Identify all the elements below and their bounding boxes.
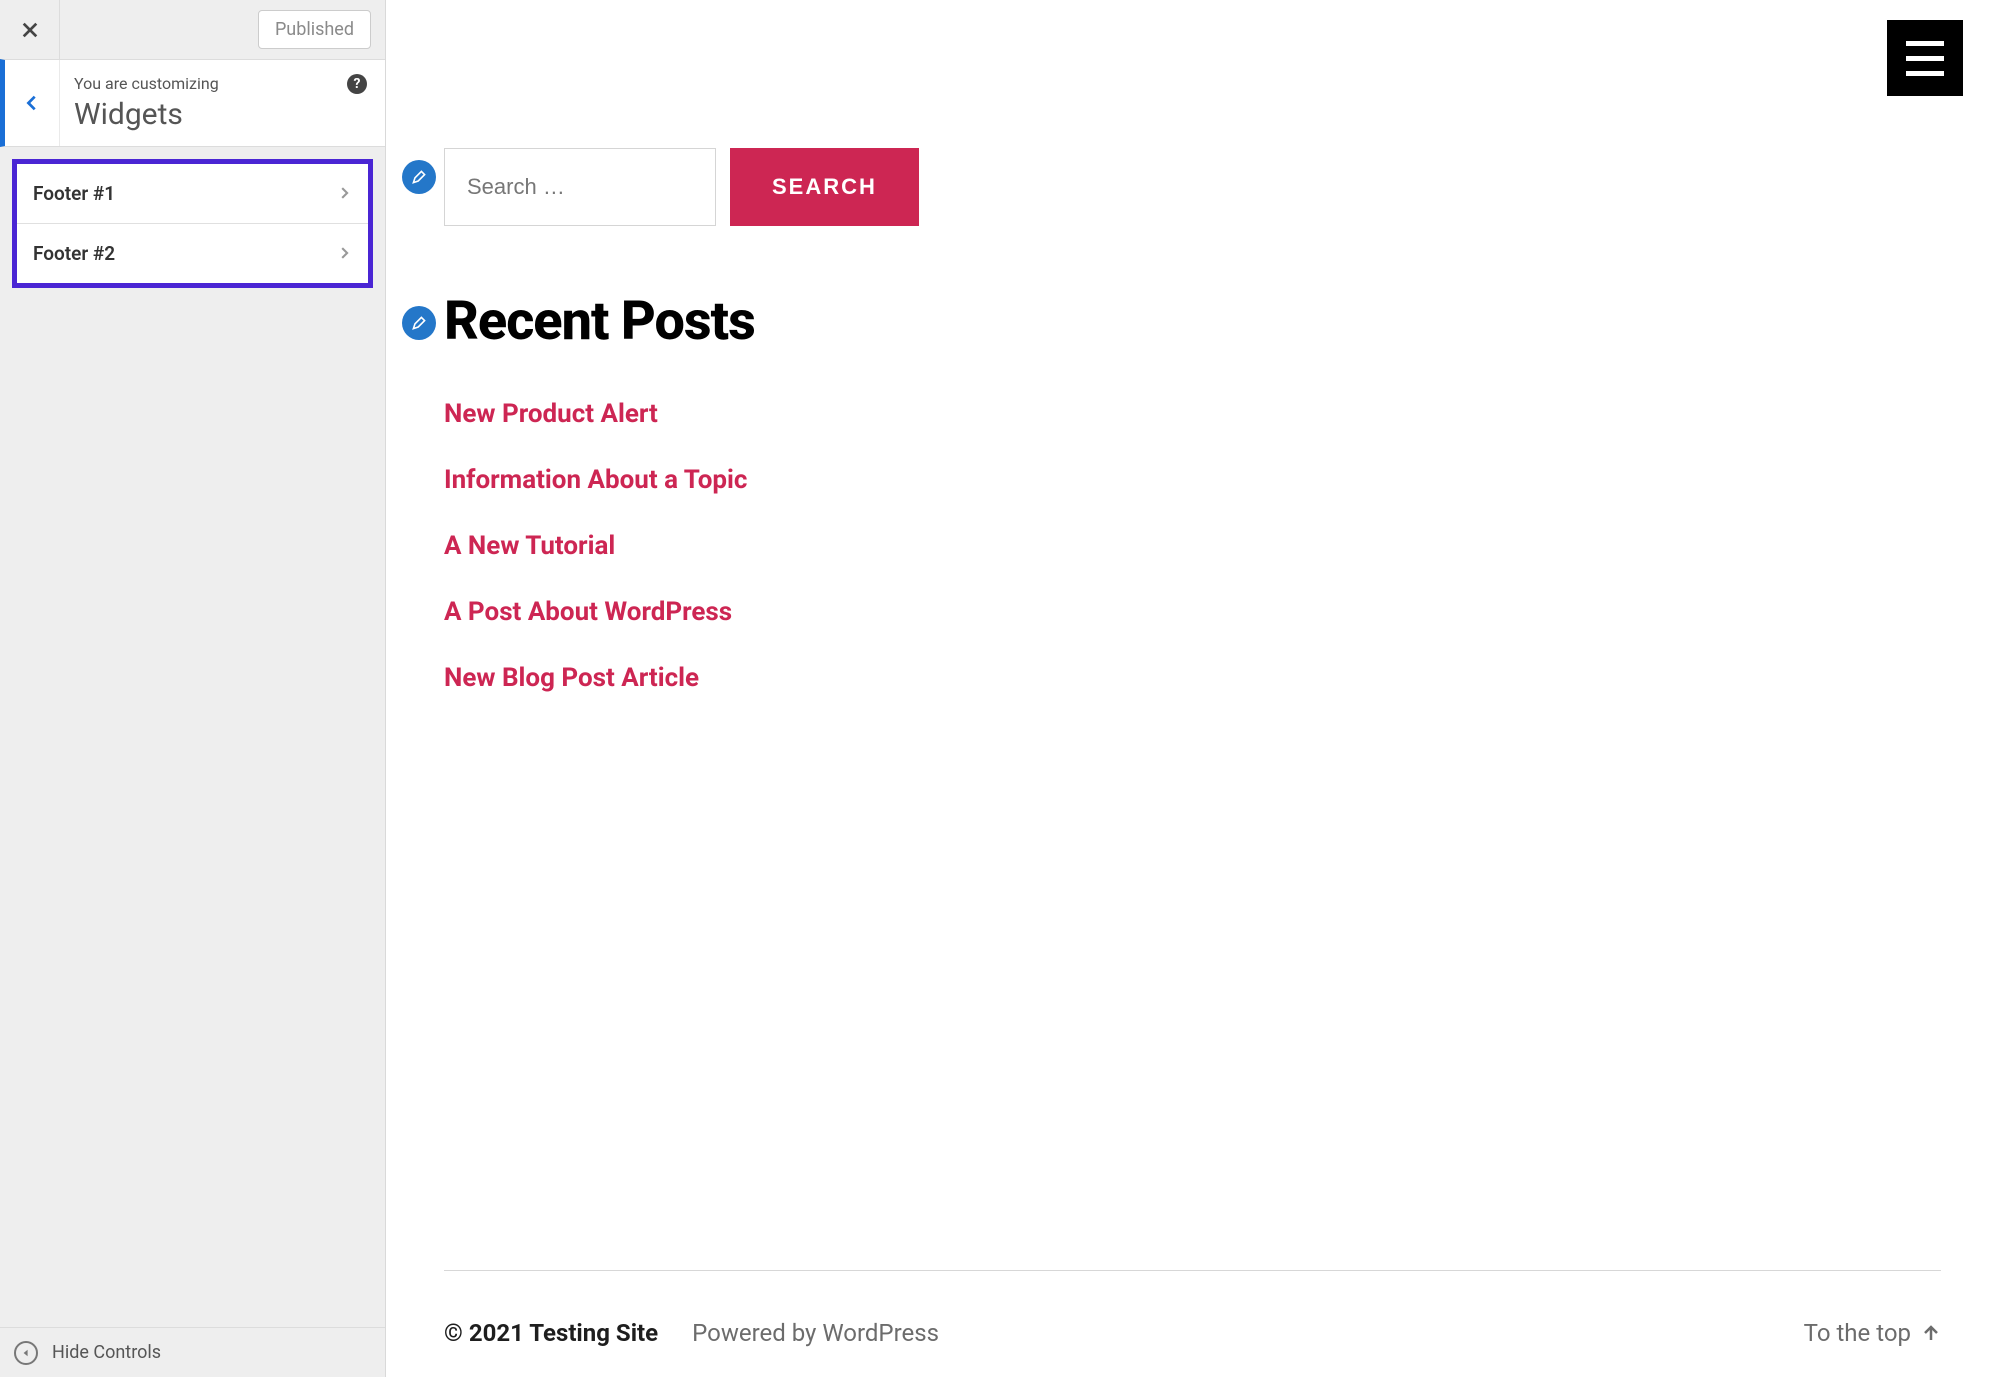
search-button[interactable]: SEARCH xyxy=(730,148,919,226)
customizing-subtitle: You are customizing xyxy=(74,74,375,93)
site-footer: © 2021 Testing Site Powered by WordPress… xyxy=(444,1270,1941,1347)
sidebar-header-text: You are customizing Widgets ? xyxy=(60,60,385,146)
widget-area-footer-2[interactable]: Footer #2 xyxy=(17,224,368,283)
search-input[interactable] xyxy=(444,148,716,226)
recent-posts-widget: Recent Posts New Product Alert Informati… xyxy=(444,290,919,693)
hide-controls-label: Hide Controls xyxy=(52,1342,161,1363)
list-item: A New Tutorial xyxy=(444,531,919,561)
edit-shortcut-search[interactable] xyxy=(402,160,436,194)
widget-area-footer-1[interactable]: Footer #1 xyxy=(17,164,368,224)
widget-area-label: Footer #2 xyxy=(33,242,115,265)
menu-toggle-button[interactable] xyxy=(1887,20,1963,96)
hide-controls-button[interactable]: Hide Controls xyxy=(0,1327,385,1377)
arrow-up-icon xyxy=(1921,1323,1941,1343)
to-top-label: To the top xyxy=(1804,1319,1911,1347)
recent-posts-heading: Recent Posts xyxy=(444,290,919,353)
help-icon[interactable]: ? xyxy=(347,74,367,94)
chevron-left-icon xyxy=(23,94,41,112)
pencil-icon xyxy=(411,315,427,331)
hamburger-icon xyxy=(1906,41,1944,46)
footer-powered-by[interactable]: Powered by WordPress xyxy=(692,1319,939,1347)
footer-copyright: © 2021 Testing Site xyxy=(444,1319,658,1347)
list-item: New Blog Post Article xyxy=(444,663,919,693)
chevron-right-icon xyxy=(338,242,352,265)
edit-shortcut-recent-posts[interactable] xyxy=(402,306,436,340)
widget-areas-highlight-box: Footer #1 Footer #2 xyxy=(12,159,373,288)
post-link[interactable]: New Blog Post Article xyxy=(444,663,699,693)
publish-status-button[interactable]: Published xyxy=(258,10,371,49)
back-button[interactable] xyxy=(5,60,60,146)
post-link[interactable]: A New Tutorial xyxy=(444,531,615,561)
widget-area-label: Footer #1 xyxy=(33,182,115,205)
post-link[interactable]: New Product Alert xyxy=(444,399,658,429)
sidebar-topbar: Published xyxy=(0,0,385,60)
collapse-icon xyxy=(14,1341,38,1365)
close-icon xyxy=(21,21,39,39)
panel-title: Widgets xyxy=(74,97,375,132)
list-item: A Post About WordPress xyxy=(444,597,919,627)
post-link[interactable]: Information About a Topic xyxy=(444,465,747,495)
pencil-icon xyxy=(411,169,427,185)
close-button[interactable] xyxy=(0,0,60,60)
post-link[interactable]: A Post About WordPress xyxy=(444,597,732,627)
chevron-right-icon xyxy=(338,182,352,205)
sidebar-header: You are customizing Widgets ? xyxy=(0,59,385,147)
site-preview: SEARCH Recent Posts New Product Alert In… xyxy=(386,0,1999,1377)
search-widget: SEARCH xyxy=(444,148,919,226)
list-item: New Product Alert xyxy=(444,399,919,429)
list-item: Information About a Topic xyxy=(444,465,919,495)
to-the-top-link[interactable]: To the top xyxy=(1804,1319,1941,1347)
customizer-sidebar: Published You are customizing Widgets ? … xyxy=(0,0,386,1377)
